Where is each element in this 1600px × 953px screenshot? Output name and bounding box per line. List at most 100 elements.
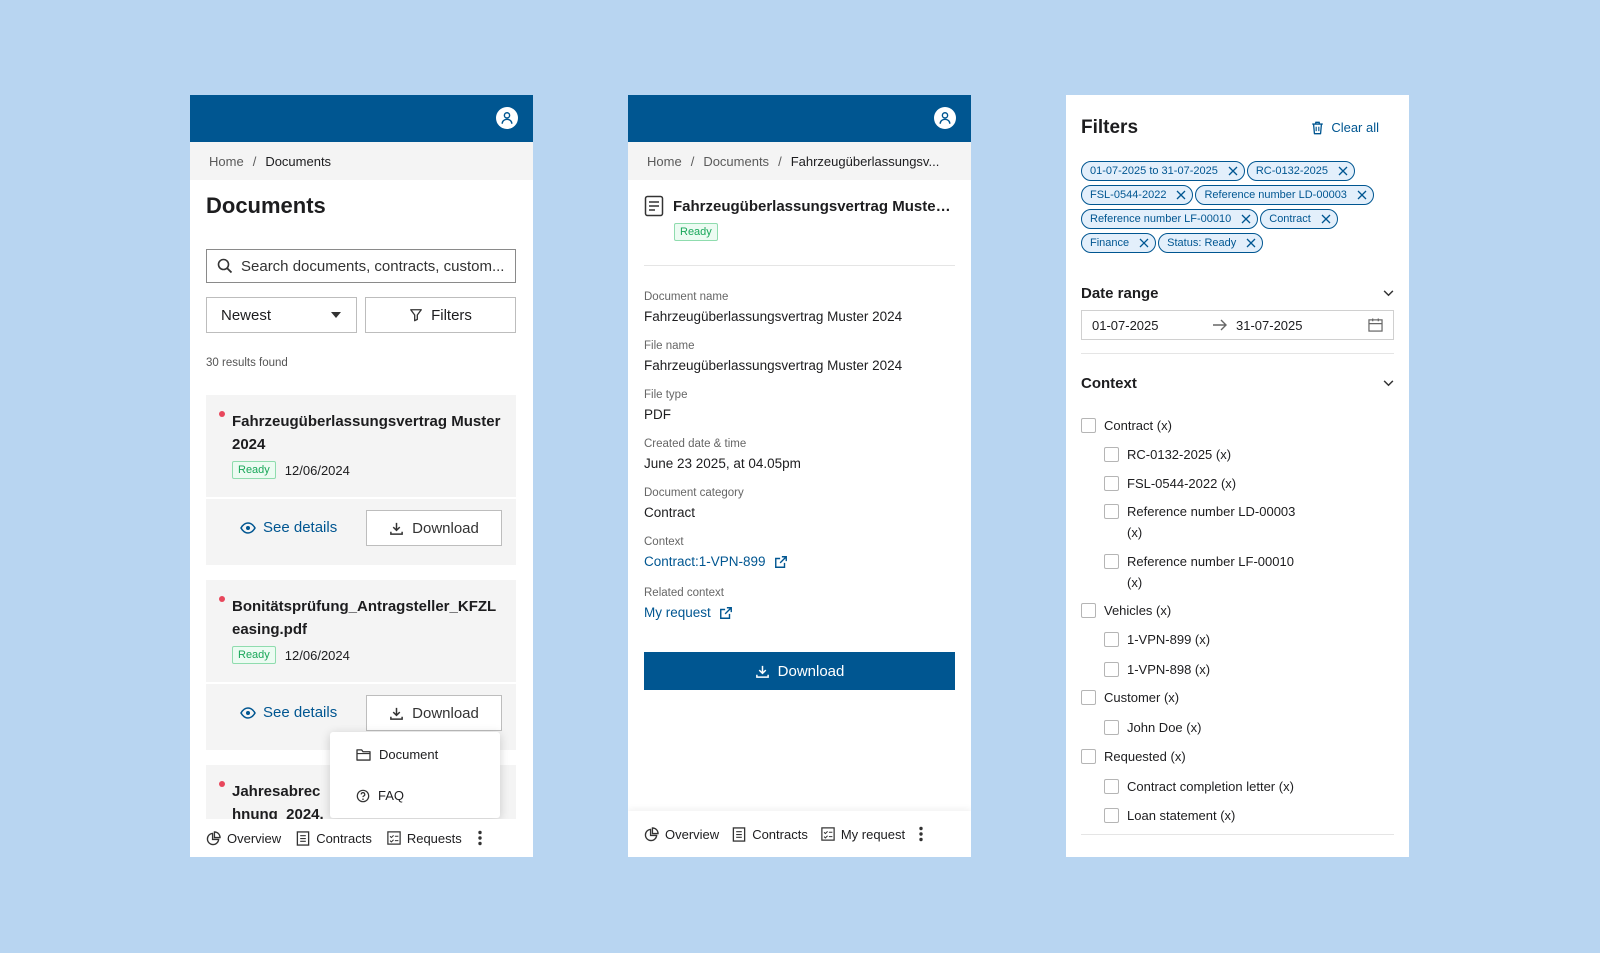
checkbox-box[interactable] [1104,504,1119,519]
nav-requests[interactable]: Requests [387,831,462,846]
user-avatar-button[interactable] [934,107,956,129]
download-button[interactable]: Download [366,510,502,546]
nav-overview[interactable]: Overview [206,831,281,846]
section-title: Date range [1081,285,1159,302]
checkbox-box[interactable] [1104,554,1119,569]
filter-chip[interactable]: Finance [1081,233,1157,253]
checkbox-box[interactable] [1104,632,1119,647]
context-link[interactable]: Contract:1-VPN-899 [644,554,788,569]
sort-select[interactable]: Newest [206,297,357,333]
download-label: Download [777,662,845,680]
checkbox-lf-00010[interactable]: Reference number LF-00010 (x) [1104,551,1304,593]
breadcrumb-home[interactable]: Home [209,154,244,169]
checkbox-vehicles[interactable]: Vehicles (x) [1081,600,1171,621]
checkbox-label: Contract completion letter (x) [1127,779,1294,794]
download-button[interactable]: Download [366,695,502,731]
nav-overview[interactable]: Overview [644,827,719,842]
checkbox-box[interactable] [1104,808,1119,823]
checkbox-requested[interactable]: Requested (x) [1081,746,1186,767]
checkbox-label: Reference number LD-00003 (x) [1127,504,1296,540]
close-icon[interactable] [1228,166,1238,176]
checkbox-contract-completion-letter[interactable]: Contract completion letter (x) [1104,776,1294,797]
close-icon[interactable] [1357,190,1367,200]
user-avatar-button[interactable] [496,107,518,129]
filter-chip[interactable]: Reference number LD-00003 [1195,185,1374,205]
checkbox-box[interactable] [1104,447,1119,462]
nav-contracts[interactable]: Contracts [296,831,372,846]
checkbox-john-doe[interactable]: John Doe (x) [1104,717,1201,738]
help-icon [356,789,370,802]
close-icon[interactable] [1338,166,1348,176]
nav-contracts[interactable]: Contracts [732,827,808,842]
calendar-icon[interactable] [1368,318,1383,332]
close-icon[interactable] [1321,214,1331,224]
field-context: Context Contract:1-VPN-899 [644,536,788,569]
checkbox-box[interactable] [1104,779,1119,794]
field-value: Fahrzeugüberlassungsvertrag Muster 2024 [644,358,903,373]
filter-chip[interactable]: Reference number LF-00010 [1081,209,1259,229]
checkbox-box[interactable] [1081,418,1096,433]
nav-my-request[interactable]: My request [821,827,905,842]
field-label: File type [644,389,688,401]
filter-chip[interactable]: FSL-0544-2022 [1081,185,1194,205]
breadcrumb: Home / Documents / Fahrzeugüberlassungsv… [628,142,971,180]
more-menu-button[interactable] [477,830,483,846]
user-icon [501,112,513,124]
download-button[interactable]: Download [644,652,955,690]
breadcrumb-documents[interactable]: Documents [703,154,769,169]
breadcrumb-documents: Documents [265,153,332,169]
checkbox-box[interactable] [1081,603,1096,618]
context-section-toggle[interactable]: Context [1081,375,1394,392]
checklist-icon [387,831,401,845]
close-icon[interactable] [1241,214,1251,224]
close-icon[interactable] [1246,238,1256,248]
checkbox-1-vpn-898[interactable]: 1-VPN-898 (x) [1104,659,1210,680]
checkbox-ld-00003[interactable]: Reference number LD-00003 (x) [1104,501,1304,543]
clear-all-label: Clear all [1331,120,1379,135]
documents-list-screen: Home / Documents Documents Search docume… [190,95,533,857]
checkbox-customer[interactable]: Customer (x) [1081,687,1179,708]
date-from[interactable]: 01-07-2025 [1092,318,1212,333]
field-created: Created date & time June 23 2025, at 04.… [644,438,801,471]
filter-chip[interactable]: 01-07-2025 to 31-07-2025 [1081,161,1245,181]
checkbox-box[interactable] [1081,690,1096,705]
date-range-section-toggle[interactable]: Date range [1081,285,1394,302]
menu-item-document[interactable]: Document [356,747,438,762]
more-menu-button[interactable] [918,826,924,842]
card-divider [206,497,516,499]
filter-chip[interactable]: RC-0132-2025 [1246,161,1355,181]
checkbox-box[interactable] [1104,720,1119,735]
close-icon[interactable] [1176,190,1186,200]
filter-chip[interactable]: Contract [1260,209,1338,229]
document-title[interactable]: Fahrzeugüberlassungsvertrag Muster 2024 [232,410,502,456]
checkbox-1-vpn-899[interactable]: 1-VPN-899 (x) [1104,629,1210,650]
filter-chip[interactable]: Status: Ready [1158,233,1264,253]
search-input[interactable]: Search documents, contracts, custom... [206,249,516,283]
see-details-link[interactable]: See details [240,704,337,721]
document-title[interactable]: Bonitätsprüfung_Antragsteller_KFZLeasing… [232,595,502,641]
date-to[interactable]: 31-07-2025 [1236,318,1368,333]
filters-button[interactable]: Filters [365,297,516,333]
checkbox-loan-statement[interactable]: Loan statement (x) [1104,805,1235,826]
eye-icon [240,521,256,534]
close-icon[interactable] [1139,238,1149,248]
breadcrumb-home[interactable]: Home [647,154,682,169]
menu-item-faq[interactable]: FAQ [356,788,404,803]
checkbox-box[interactable] [1104,662,1119,677]
checkbox-contract[interactable]: Contract (x) [1081,415,1172,436]
related-context-link[interactable]: My request [644,605,733,620]
more-vertical-icon [919,826,923,842]
nav-label: Overview [665,826,720,842]
contract-icon [732,826,746,842]
checkbox-fsl-0544-2022[interactable]: FSL-0544-2022 (x) [1104,473,1236,494]
see-details-link[interactable]: See details [240,519,337,536]
checklist-icon [821,827,835,841]
checkbox-box[interactable] [1081,749,1096,764]
menu-item-label: FAQ [378,788,405,803]
clear-all-button[interactable]: Clear all [1311,120,1379,135]
checkbox-rc-0132-2025[interactable]: RC-0132-2025 (x) [1104,444,1231,465]
active-filter-chips: 01-07-2025 to 31-07-2025 RC-0132-2025 FS… [1081,161,1396,253]
download-label: Download [412,704,479,722]
checkbox-box[interactable] [1104,476,1119,491]
date-range-input[interactable]: 01-07-2025 31-07-2025 [1081,310,1394,340]
